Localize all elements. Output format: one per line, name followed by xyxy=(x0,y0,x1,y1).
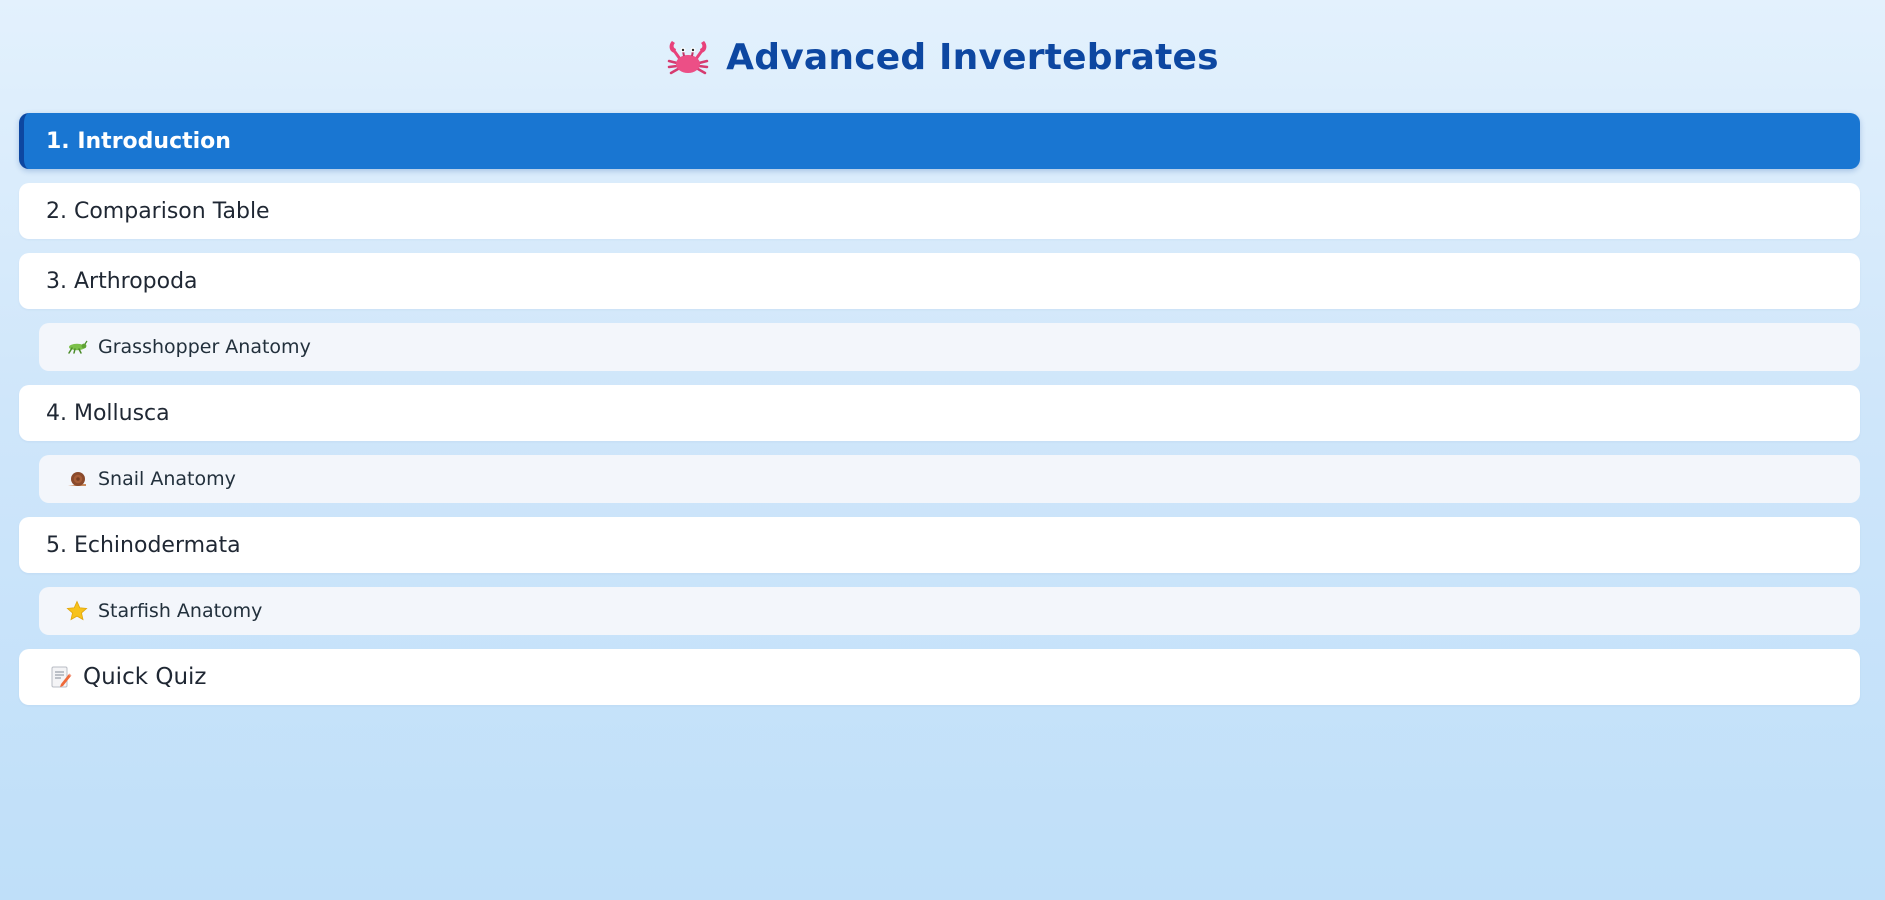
nav-item-mollusca[interactable]: 4. Mollusca xyxy=(19,385,1860,441)
nav-item-label: 2. Comparison Table xyxy=(46,198,270,224)
nav-item-label: 1. Introduction xyxy=(46,128,231,154)
snail-icon xyxy=(66,468,88,490)
subnav-item-grasshopper-anatomy[interactable]: Grasshopper Anatomy xyxy=(39,323,1860,371)
crab-icon xyxy=(666,35,710,79)
subnav-item-label: Starfish Anatomy xyxy=(98,600,263,622)
subnav-item-label: Snail Anatomy xyxy=(98,468,236,490)
page-header: Advanced Invertebrates xyxy=(0,30,1885,84)
nav-item-comparison-table[interactable]: 2. Comparison Table xyxy=(19,183,1860,239)
memo-icon xyxy=(49,665,73,689)
grasshopper-icon xyxy=(66,336,88,358)
nav-item-label: 5. Echinodermata xyxy=(46,532,241,558)
nav-item-quick-quiz[interactable]: Quick Quiz xyxy=(19,649,1860,705)
page-title: Advanced Invertebrates xyxy=(726,36,1219,78)
nav-item-introduction[interactable]: 1. Introduction xyxy=(19,113,1860,169)
subnav-item-label: Grasshopper Anatomy xyxy=(98,336,311,358)
subnav-item-snail-anatomy[interactable]: Snail Anatomy xyxy=(39,455,1860,503)
star-icon xyxy=(66,600,88,622)
app-page: Advanced Invertebrates 1. Introduction 2… xyxy=(0,0,1885,900)
section-menu: 1. Introduction 2. Comparison Table 3. A… xyxy=(19,113,1860,719)
subnav-item-starfish-anatomy[interactable]: Starfish Anatomy xyxy=(39,587,1860,635)
nav-item-label: 4. Mollusca xyxy=(46,400,170,426)
nav-item-label: 3. Arthropoda xyxy=(46,268,198,294)
nav-item-label: Quick Quiz xyxy=(83,664,207,690)
nav-item-echinodermata[interactable]: 5. Echinodermata xyxy=(19,517,1860,573)
nav-item-arthropoda[interactable]: 3. Arthropoda xyxy=(19,253,1860,309)
